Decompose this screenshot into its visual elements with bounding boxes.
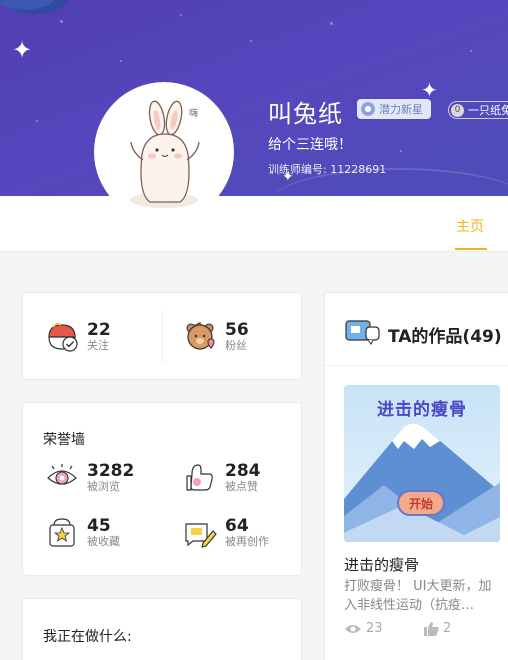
work-description: 打败瘦骨！ UI大更新，加入非线性运动（抗疫… — [344, 579, 492, 613]
rabbit-avatar-icon: 嗨 — [130, 100, 200, 208]
stat-views: 3282 被浏览 — [45, 460, 134, 494]
svg-text:嗨: 嗨 — [189, 107, 198, 119]
stat-fans[interactable]: 56 粉丝 — [183, 319, 249, 353]
cloud-decoration — [0, 0, 60, 10]
stat-recreates: 64 被再创作 — [183, 515, 269, 549]
user-bio: 给个三连哦！ — [268, 137, 352, 153]
collect-icon — [45, 515, 79, 549]
honor-wall-card: 荣誉墙 3282 被浏览 284 被点赞 45 被收藏 64 被再创作 — [22, 402, 302, 576]
work-title[interactable]: 进击的瘦骨 — [344, 554, 419, 575]
sparkle-icon: ✦ — [421, 78, 438, 102]
stat-collects: 45 被收藏 — [45, 515, 120, 549]
group-badge[interactable]: 0 一只纸兔 — [448, 101, 508, 119]
eye-icon — [45, 460, 79, 494]
badge-icon — [361, 102, 375, 116]
works-title: TA的作品(49) — [388, 327, 502, 347]
stat-likes: 284 被点赞 — [183, 460, 261, 494]
following-count: 22 — [87, 319, 111, 340]
fans-label: 粉丝 — [225, 338, 247, 352]
like-icon — [183, 460, 217, 494]
work-cover[interactable]: 进击的瘦骨 开始 — [344, 385, 500, 542]
group-badge-label: 一只纸兔 — [468, 104, 508, 117]
eye-icon — [345, 624, 361, 633]
doing-title: 我正在做什么: — [43, 629, 132, 645]
likes-label: 被点赞 — [225, 479, 258, 493]
recreates-label: 被再创作 — [225, 534, 269, 548]
collects-count: 45 — [87, 515, 111, 536]
work-views: 23 — [344, 621, 383, 636]
follow-stats-card: 22 关注 56 粉丝 — [22, 292, 302, 380]
work-views-count: 23 — [366, 621, 383, 636]
avatar[interactable]: 嗨 — [94, 82, 234, 222]
username: 叫兔纸 — [268, 100, 343, 128]
views-count: 3282 — [87, 460, 135, 481]
views-label: 被浏览 — [87, 479, 120, 493]
active-tab-indicator — [455, 248, 487, 250]
following-label: 关注 — [87, 338, 109, 352]
collects-label: 被收藏 — [87, 534, 120, 548]
cover-start-button[interactable]: 开始 — [397, 490, 445, 516]
honor-wall-title: 荣誉墙 — [43, 432, 85, 448]
profile-tabbar: 主页 — [0, 196, 508, 252]
following-icon — [45, 319, 79, 353]
profile-banner: ✦ ✦ ✦ 叫兔纸 潜力新星 0 一只纸兔 给个三连哦！ 训练师编号: 1122… — [0, 0, 508, 196]
fans-icon — [183, 319, 217, 353]
work-likes: 2 — [423, 621, 451, 636]
stat-following[interactable]: 22 关注 — [45, 319, 111, 353]
thumbs-up-icon — [424, 622, 439, 636]
doing-card: 我正在做什么: — [22, 598, 302, 660]
recreates-count: 64 — [225, 515, 249, 536]
trainer-id: 训练师编号: 11228691 — [268, 163, 387, 176]
sparkle-icon: ✦ — [12, 36, 33, 64]
likes-count: 284 — [225, 460, 261, 481]
fans-count: 56 — [225, 319, 249, 340]
work-likes-count: 2 — [443, 621, 452, 636]
level-badge[interactable]: 潜力新星 — [357, 99, 431, 119]
group-badge-icon: 0 — [451, 103, 464, 117]
recreate-icon — [183, 515, 217, 549]
works-icon — [344, 318, 380, 346]
level-badge-label: 潜力新星 — [379, 103, 423, 116]
tab-home[interactable]: 主页 — [456, 216, 484, 236]
cover-title: 进击的瘦骨 — [377, 400, 467, 420]
